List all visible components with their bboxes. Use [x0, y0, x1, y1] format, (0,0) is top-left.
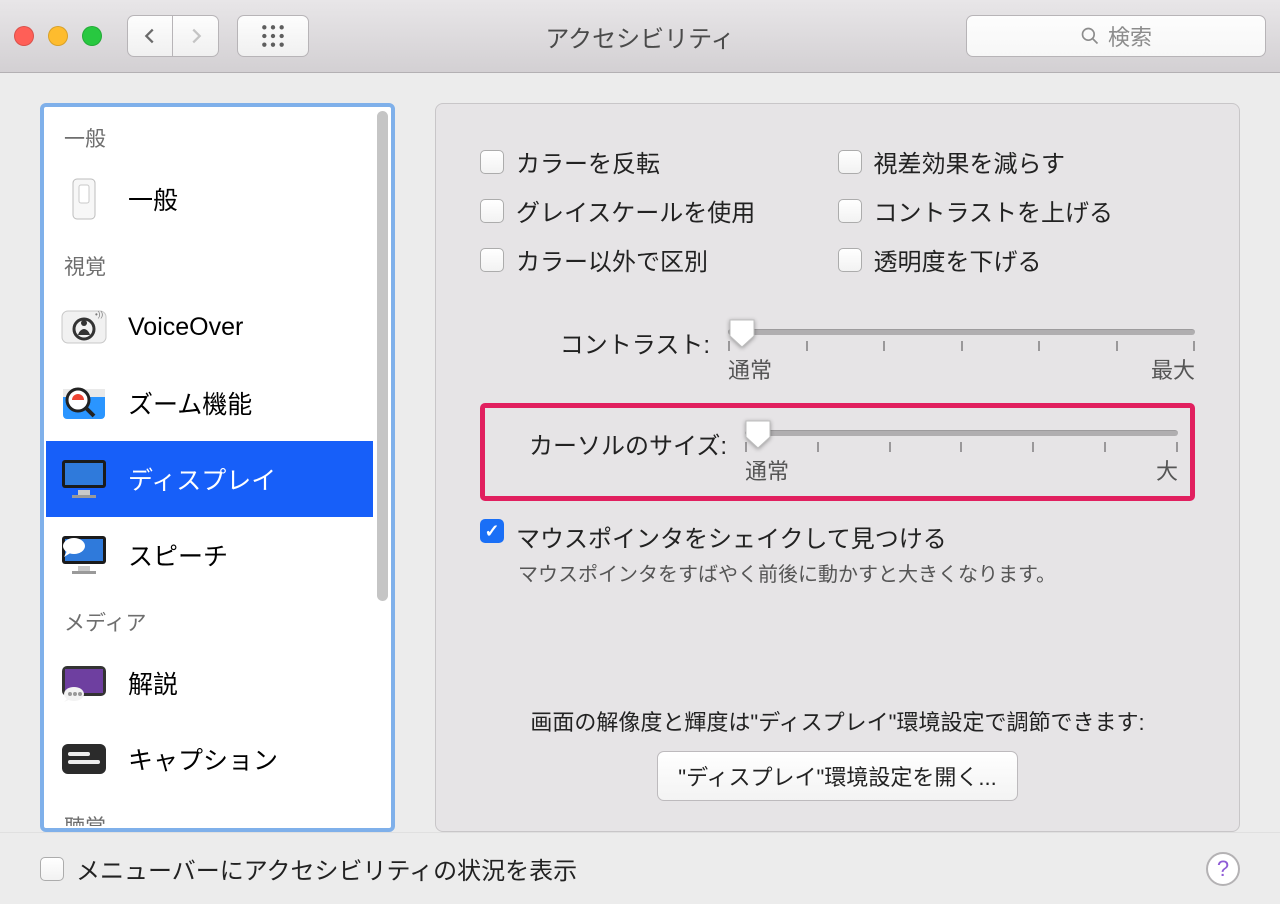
sidebar-section-header: 視覚	[46, 237, 373, 289]
sidebar-item-descriptions[interactable]: 解説	[46, 645, 373, 721]
cursor-size-slider[interactable]	[745, 430, 1178, 436]
contrast-label: コントラスト:	[480, 323, 710, 360]
slider-tick	[817, 442, 819, 452]
slider-tick	[806, 341, 808, 351]
voiceover-icon: •))	[58, 305, 110, 349]
slider-tick	[889, 442, 891, 452]
forward-button[interactable]	[173, 15, 219, 57]
zoom-window-button[interactable]	[82, 26, 102, 46]
sidebar-item-general[interactable]: 一般	[46, 161, 373, 237]
sidebar-item-label: キャプション	[128, 741, 278, 777]
option-contrastup: コントラストを上げる	[838, 193, 1196, 228]
sidebar-item-zoom[interactable]: ズーム機能	[46, 365, 373, 441]
settings-panel: カラーを反転グレイスケールを使用カラー以外で区別 視差効果を減らすコントラストを…	[435, 103, 1240, 832]
sidebar-scrollbar[interactable]	[377, 111, 388, 824]
category-sidebar: 一般一般視覚•))VoiceOverズーム機能ディスプレイスピーチメディア解説キ…	[40, 103, 395, 832]
descriptions-icon	[58, 661, 110, 705]
search-field[interactable]: 検索	[966, 15, 1266, 57]
slider-tick	[1193, 341, 1195, 351]
sidebar-section-header: 一般	[46, 109, 373, 161]
shake-title: マウスポインタをシェイクして見つける	[516, 519, 1056, 554]
nav-back-forward	[127, 15, 219, 57]
sidebar-section-header: メディア	[46, 593, 373, 645]
contrast-slider-row: コントラスト: 通常 最大	[480, 323, 1195, 385]
cursor-max-label: 大	[1156, 454, 1178, 486]
slider-tick	[1104, 442, 1106, 452]
reducetrans-checkbox[interactable]	[838, 248, 862, 272]
contrast-max-label: 最大	[1151, 353, 1195, 385]
scrollbar-thumb[interactable]	[377, 111, 388, 601]
cursor-size-highlight: カーソルのサイズ: 通常 大	[480, 403, 1195, 501]
back-button[interactable]	[127, 15, 173, 57]
sidebar-item-label: VoiceOver	[128, 313, 243, 342]
display-icon	[58, 457, 110, 501]
slider-tick	[883, 341, 885, 351]
contrastup-label: コントラストを上げる	[874, 193, 1114, 228]
option-grayscale: グレイスケールを使用	[480, 193, 838, 228]
diffcolor-checkbox[interactable]	[480, 248, 504, 272]
svg-text:•)): •))	[95, 310, 103, 319]
sidebar-item-label: ディスプレイ	[128, 461, 276, 497]
display-note: 画面の解像度と輝度は"ディスプレイ"環境設定で調節できます:	[436, 705, 1239, 737]
reducetrans-label: 透明度を下げる	[874, 242, 1042, 277]
sidebar-item-voiceover[interactable]: •)) VoiceOver	[46, 289, 373, 365]
invert-checkbox[interactable]	[480, 150, 504, 174]
captions-icon	[58, 737, 110, 781]
slider-tick	[961, 341, 963, 351]
sidebar-item-label: 一般	[128, 181, 178, 217]
option-diffcolor: カラー以外で区別	[480, 242, 838, 277]
cursor-min-label: 通常	[745, 454, 789, 486]
shake-to-locate-checkbox[interactable]	[480, 519, 504, 543]
menubar-status-label: メニューバーにアクセシビリティの状況を表示	[76, 851, 577, 886]
minimize-window-button[interactable]	[48, 26, 68, 46]
contrastup-checkbox[interactable]	[838, 199, 862, 223]
close-window-button[interactable]	[14, 26, 34, 46]
search-placeholder: 検索	[1108, 20, 1152, 52]
sidebar-item-label: ズーム機能	[128, 385, 252, 421]
contrast-min-label: 通常	[728, 353, 772, 385]
slider-tick	[960, 442, 962, 452]
window-titlebar: アクセシビリティ 検索	[0, 0, 1280, 73]
window-footer: メニューバーにアクセシビリティの状況を表示 ?	[0, 833, 1280, 904]
slider-tick	[1116, 341, 1118, 351]
sidebar-item-label: 解説	[128, 665, 178, 701]
window-controls	[14, 26, 102, 46]
grayscale-label: グレイスケールを使用	[516, 193, 755, 228]
zoom-icon	[58, 381, 110, 425]
option-reducetrans: 透明度を下げる	[838, 242, 1196, 277]
open-display-prefs-button[interactable]: "ディスプレイ"環境設定を開く...	[657, 751, 1017, 801]
shake-subtitle: マウスポインタをすばやく前後に動かすと大きくなります。	[518, 558, 1056, 587]
slider-tick	[1038, 341, 1040, 351]
grayscale-checkbox[interactable]	[480, 199, 504, 223]
contrast-slider[interactable]	[728, 329, 1195, 335]
reducemotion-checkbox[interactable]	[838, 150, 862, 174]
sidebar-item-label: スピーチ	[128, 537, 228, 573]
sidebar-section-header: 聴覚	[46, 797, 373, 826]
sidebar-item-speech[interactable]: スピーチ	[46, 517, 373, 593]
slider-tick	[1032, 442, 1034, 452]
option-invert: カラーを反転	[480, 144, 838, 179]
help-button[interactable]: ?	[1206, 852, 1240, 886]
sidebar-item-display[interactable]: ディスプレイ	[46, 441, 373, 517]
cursor-label: カーソルのサイズ:	[497, 424, 727, 461]
option-reducemotion: 視差効果を減らす	[838, 144, 1196, 179]
invert-label: カラーを反転	[516, 144, 660, 179]
reducemotion-label: 視差効果を減らす	[874, 144, 1066, 179]
menubar-status-checkbox[interactable]	[40, 857, 64, 881]
diffcolor-label: カラー以外で区別	[516, 242, 708, 277]
cursor-slider-row: カーソルのサイズ: 通常 大	[497, 424, 1178, 486]
search-icon	[1080, 26, 1100, 46]
sidebar-item-captions[interactable]: キャプション	[46, 721, 373, 797]
speech-icon	[58, 533, 110, 577]
general-icon	[58, 177, 110, 221]
slider-tick	[1176, 442, 1178, 452]
show-all-prefs-button[interactable]	[237, 15, 309, 57]
